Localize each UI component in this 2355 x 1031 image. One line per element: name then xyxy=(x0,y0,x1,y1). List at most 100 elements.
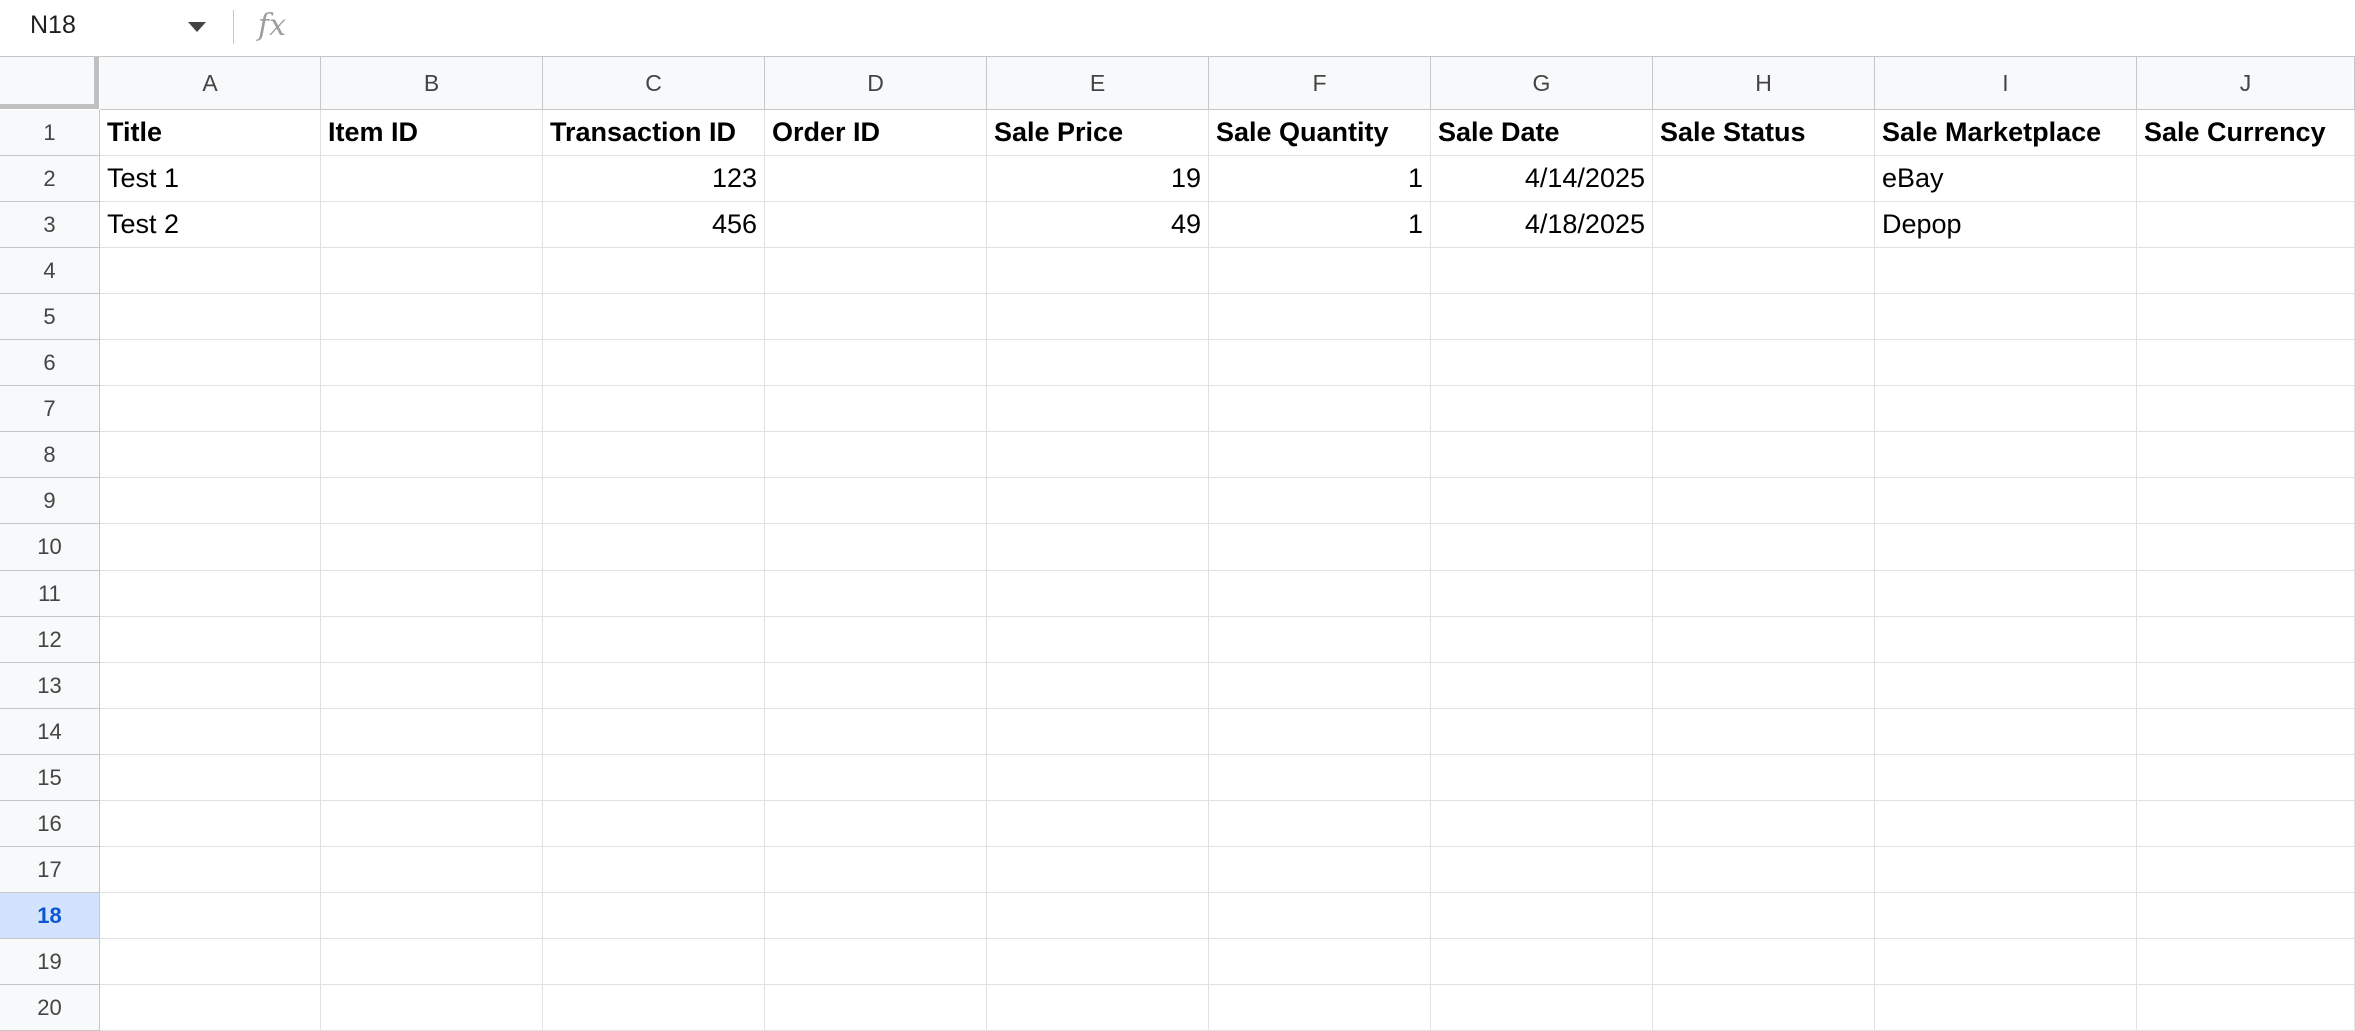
row-header-1[interactable]: 1 xyxy=(0,110,100,156)
cell-i3[interactable]: Depop xyxy=(1875,202,2137,248)
row-header-18[interactable]: 18 xyxy=(0,893,100,939)
cell-i15[interactable] xyxy=(1875,755,2137,801)
cell-a10[interactable] xyxy=(100,524,321,571)
cell-f3[interactable]: 1 xyxy=(1209,202,1431,248)
cell-a6[interactable] xyxy=(100,340,321,386)
cell-b14[interactable] xyxy=(321,709,543,755)
cell-h1[interactable]: Sale Status xyxy=(1653,110,1875,156)
cell-c9[interactable] xyxy=(543,478,765,524)
cell-d10[interactable] xyxy=(765,524,987,571)
cell-j9[interactable] xyxy=(2137,478,2355,524)
cell-h13[interactable] xyxy=(1653,663,1875,709)
cell-h11[interactable] xyxy=(1653,571,1875,617)
cell-d2[interactable] xyxy=(765,156,987,202)
cell-f19[interactable] xyxy=(1209,939,1431,985)
cell-j12[interactable] xyxy=(2137,617,2355,663)
cell-i7[interactable] xyxy=(1875,386,2137,432)
cell-g14[interactable] xyxy=(1431,709,1653,755)
cell-g11[interactable] xyxy=(1431,571,1653,617)
cell-d1[interactable]: Order ID xyxy=(765,110,987,156)
cell-f5[interactable] xyxy=(1209,294,1431,340)
column-header-i[interactable]: I xyxy=(1875,57,2137,110)
cell-g13[interactable] xyxy=(1431,663,1653,709)
cell-i2[interactable]: eBay xyxy=(1875,156,2137,202)
cell-b10[interactable] xyxy=(321,524,543,571)
cell-d12[interactable] xyxy=(765,617,987,663)
cell-c8[interactable] xyxy=(543,432,765,478)
row-header-10[interactable]: 10 xyxy=(0,524,100,571)
cell-g4[interactable] xyxy=(1431,248,1653,294)
column-header-f[interactable]: F xyxy=(1209,57,1431,110)
cell-a1[interactable]: Title xyxy=(100,110,321,156)
cell-f10[interactable] xyxy=(1209,524,1431,571)
cell-h4[interactable] xyxy=(1653,248,1875,294)
row-header-19[interactable]: 19 xyxy=(0,939,100,985)
cell-b2[interactable] xyxy=(321,156,543,202)
column-header-j[interactable]: J xyxy=(2137,57,2355,110)
cell-e5[interactable] xyxy=(987,294,1209,340)
cell-j11[interactable] xyxy=(2137,571,2355,617)
row-header-5[interactable]: 5 xyxy=(0,294,100,340)
cell-a16[interactable] xyxy=(100,801,321,847)
cell-g8[interactable] xyxy=(1431,432,1653,478)
cell-c17[interactable] xyxy=(543,847,765,893)
cell-h10[interactable] xyxy=(1653,524,1875,571)
cell-d5[interactable] xyxy=(765,294,987,340)
row-header-4[interactable]: 4 xyxy=(0,248,100,294)
cell-b5[interactable] xyxy=(321,294,543,340)
cell-c19[interactable] xyxy=(543,939,765,985)
cell-c12[interactable] xyxy=(543,617,765,663)
cell-f7[interactable] xyxy=(1209,386,1431,432)
row-header-16[interactable]: 16 xyxy=(0,801,100,847)
cell-g6[interactable] xyxy=(1431,340,1653,386)
cell-h14[interactable] xyxy=(1653,709,1875,755)
cell-b9[interactable] xyxy=(321,478,543,524)
cell-c4[interactable] xyxy=(543,248,765,294)
cell-b16[interactable] xyxy=(321,801,543,847)
cell-f12[interactable] xyxy=(1209,617,1431,663)
cell-c15[interactable] xyxy=(543,755,765,801)
cell-h19[interactable] xyxy=(1653,939,1875,985)
cell-c2[interactable]: 123 xyxy=(543,156,765,202)
row-header-9[interactable]: 9 xyxy=(0,478,100,524)
cell-j10[interactable] xyxy=(2137,524,2355,571)
cell-d16[interactable] xyxy=(765,801,987,847)
cell-g2[interactable]: 4/14/2025 xyxy=(1431,156,1653,202)
cell-a5[interactable] xyxy=(100,294,321,340)
column-header-h[interactable]: H xyxy=(1653,57,1875,110)
cell-e10[interactable] xyxy=(987,524,1209,571)
cell-g19[interactable] xyxy=(1431,939,1653,985)
cell-e1[interactable]: Sale Price xyxy=(987,110,1209,156)
cell-g7[interactable] xyxy=(1431,386,1653,432)
cell-j5[interactable] xyxy=(2137,294,2355,340)
cell-g18[interactable] xyxy=(1431,893,1653,939)
cell-h8[interactable] xyxy=(1653,432,1875,478)
column-header-c[interactable]: C xyxy=(543,57,765,110)
column-header-g[interactable]: G xyxy=(1431,57,1653,110)
cell-g17[interactable] xyxy=(1431,847,1653,893)
cell-b11[interactable] xyxy=(321,571,543,617)
cell-h5[interactable] xyxy=(1653,294,1875,340)
cell-c5[interactable] xyxy=(543,294,765,340)
cell-j6[interactable] xyxy=(2137,340,2355,386)
cell-b4[interactable] xyxy=(321,248,543,294)
cell-a9[interactable] xyxy=(100,478,321,524)
cell-a14[interactable] xyxy=(100,709,321,755)
cell-e17[interactable] xyxy=(987,847,1209,893)
chevron-down-icon[interactable] xyxy=(188,22,206,32)
cell-h16[interactable] xyxy=(1653,801,1875,847)
row-header-3[interactable]: 3 xyxy=(0,202,100,248)
cell-a15[interactable] xyxy=(100,755,321,801)
cell-j4[interactable] xyxy=(2137,248,2355,294)
cell-j14[interactable] xyxy=(2137,709,2355,755)
cell-g16[interactable] xyxy=(1431,801,1653,847)
cell-j7[interactable] xyxy=(2137,386,2355,432)
cell-g12[interactable] xyxy=(1431,617,1653,663)
cell-a18[interactable] xyxy=(100,893,321,939)
cell-d20[interactable] xyxy=(765,985,987,1031)
cell-a8[interactable] xyxy=(100,432,321,478)
cell-h18[interactable] xyxy=(1653,893,1875,939)
cell-j3[interactable] xyxy=(2137,202,2355,248)
cell-e4[interactable] xyxy=(987,248,1209,294)
cell-a4[interactable] xyxy=(100,248,321,294)
